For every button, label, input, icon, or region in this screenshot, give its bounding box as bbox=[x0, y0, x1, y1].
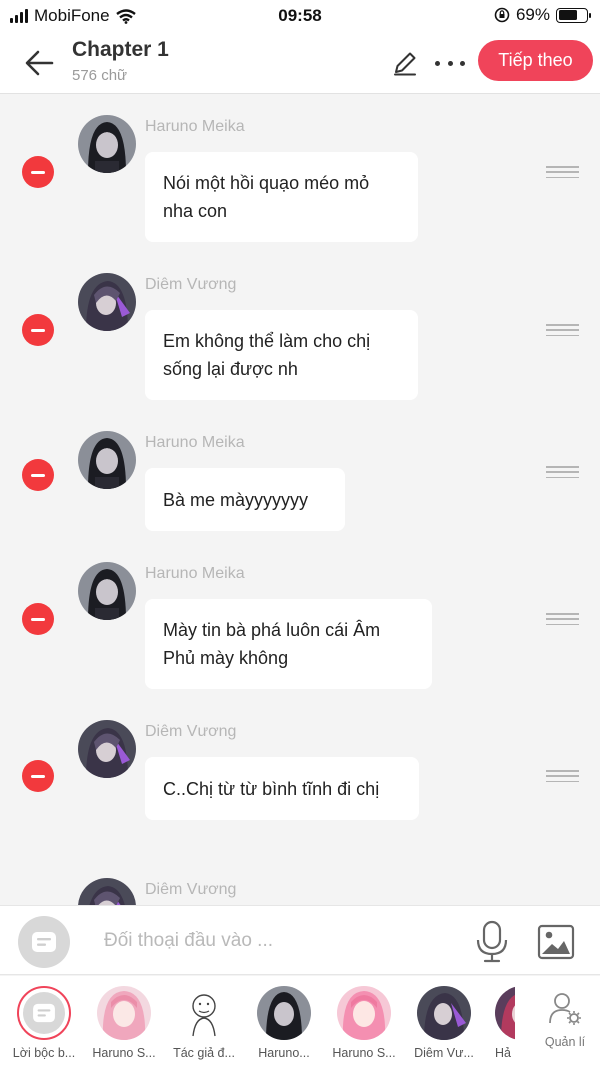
dialogue-list: Haruno Meika Nói một hồi quạo méo mỏ nha… bbox=[0, 95, 600, 905]
character-item[interactable]: Hả bbox=[485, 986, 515, 1060]
character-item[interactable]: Haruno S... bbox=[325, 986, 403, 1060]
pencil-icon[interactable] bbox=[390, 48, 420, 78]
status-bar: MobiFone 09:58 69% bbox=[0, 0, 600, 32]
more-options-icon[interactable] bbox=[432, 50, 468, 76]
narration-icon bbox=[32, 932, 56, 952]
narration-icon bbox=[33, 1003, 55, 1023]
speaker-name: Diêm Vương bbox=[145, 276, 237, 293]
purple-hair-man-avatar bbox=[417, 986, 471, 1040]
speaker-name: Diêm Vương bbox=[145, 881, 237, 898]
delete-line-button[interactable] bbox=[22, 603, 54, 635]
speaker-name: Haruno Meika bbox=[145, 565, 245, 582]
delete-line-button[interactable] bbox=[22, 459, 54, 491]
dialogue-bubble[interactable]: Em không thể làm cho chị sống lại được n… bbox=[145, 310, 418, 400]
character-item-narration[interactable]: Lời bộc b... bbox=[5, 986, 83, 1060]
dialogue-input[interactable] bbox=[104, 924, 434, 958]
character-item[interactable]: Haruno S... bbox=[85, 986, 163, 1060]
character-label: Haruno... bbox=[258, 1046, 310, 1060]
image-icon[interactable] bbox=[537, 924, 575, 960]
character-label: Hả bbox=[495, 1046, 511, 1060]
dialogue-bubble[interactable]: Mày tin bà phá luôn cái Âm Phủ mày không bbox=[145, 599, 432, 689]
dialogue-bubble[interactable]: Bà me màyyyyyyy bbox=[145, 468, 345, 531]
narration-toggle-button[interactable] bbox=[18, 916, 70, 968]
user-settings-icon bbox=[549, 993, 581, 1025]
pink-hair-girl-avatar bbox=[337, 986, 391, 1040]
character-label: Haruno S... bbox=[92, 1046, 156, 1060]
battery-icon bbox=[556, 7, 591, 23]
purple-hair-man-avatar[interactable] bbox=[78, 720, 136, 778]
dialogue-bubble[interactable]: Nói một hồi quạo méo mỏ nha con bbox=[145, 152, 418, 242]
manage-label: Quản lí bbox=[544, 1035, 586, 1049]
delete-line-button[interactable] bbox=[22, 760, 54, 792]
dark-hair-girl-avatar[interactable] bbox=[78, 562, 136, 620]
character-label: Haruno S... bbox=[332, 1046, 396, 1060]
speaker-name: Haruno Meika bbox=[145, 118, 245, 135]
dark-hair-girl-avatar bbox=[257, 986, 311, 1040]
character-label: Diêm Vư... bbox=[414, 1046, 474, 1060]
purple-hair-man-avatar[interactable] bbox=[78, 878, 136, 905]
character-selector: Lời bộc b... Haruno S... Tác giả đ... Ha… bbox=[0, 976, 600, 1067]
drag-handle-icon[interactable] bbox=[546, 613, 579, 625]
back-arrow-icon[interactable] bbox=[22, 46, 56, 80]
delete-line-button[interactable] bbox=[22, 314, 54, 346]
pink-hair-girl-avatar bbox=[97, 986, 151, 1040]
dialogue-input-bar bbox=[0, 905, 600, 975]
drag-handle-icon[interactable] bbox=[546, 466, 579, 478]
chapter-title: Chapter 1 bbox=[72, 38, 169, 61]
character-label: Lời bộc b... bbox=[12, 1046, 76, 1060]
drag-handle-icon[interactable] bbox=[546, 324, 579, 336]
manage-characters-button[interactable]: Quản lí bbox=[538, 990, 592, 1049]
character-item[interactable]: Haruno... bbox=[245, 986, 323, 1060]
drag-handle-icon[interactable] bbox=[546, 770, 579, 782]
character-item[interactable]: Diêm Vư... bbox=[405, 986, 483, 1060]
dark-hair-girl-avatar[interactable] bbox=[78, 431, 136, 489]
purple-hair-man-avatar[interactable] bbox=[78, 273, 136, 331]
word-count: 576 chữ bbox=[72, 67, 128, 84]
author-sketch-avatar bbox=[177, 986, 231, 1040]
character-label: Tác giả đ... bbox=[173, 1046, 235, 1060]
battery-percent: 69% bbox=[515, 5, 550, 24]
speaker-name: Diêm Vương bbox=[145, 723, 237, 740]
rotation-lock-icon bbox=[494, 7, 510, 23]
red-hair-avatar bbox=[495, 986, 515, 1040]
speaker-name: Haruno Meika bbox=[145, 434, 245, 451]
microphone-icon[interactable] bbox=[474, 920, 510, 964]
editor-header: Chapter 1 576 chữ Tiếp theo bbox=[0, 32, 600, 94]
dark-hair-girl-avatar[interactable] bbox=[78, 115, 136, 173]
drag-handle-icon[interactable] bbox=[546, 166, 579, 178]
next-button[interactable]: Tiếp theo bbox=[478, 40, 593, 81]
dialogue-bubble[interactable]: C..Chị từ từ bình tĩnh đi chị bbox=[145, 757, 419, 820]
character-item[interactable]: Tác giả đ... bbox=[165, 986, 243, 1060]
delete-line-button[interactable] bbox=[22, 156, 54, 188]
